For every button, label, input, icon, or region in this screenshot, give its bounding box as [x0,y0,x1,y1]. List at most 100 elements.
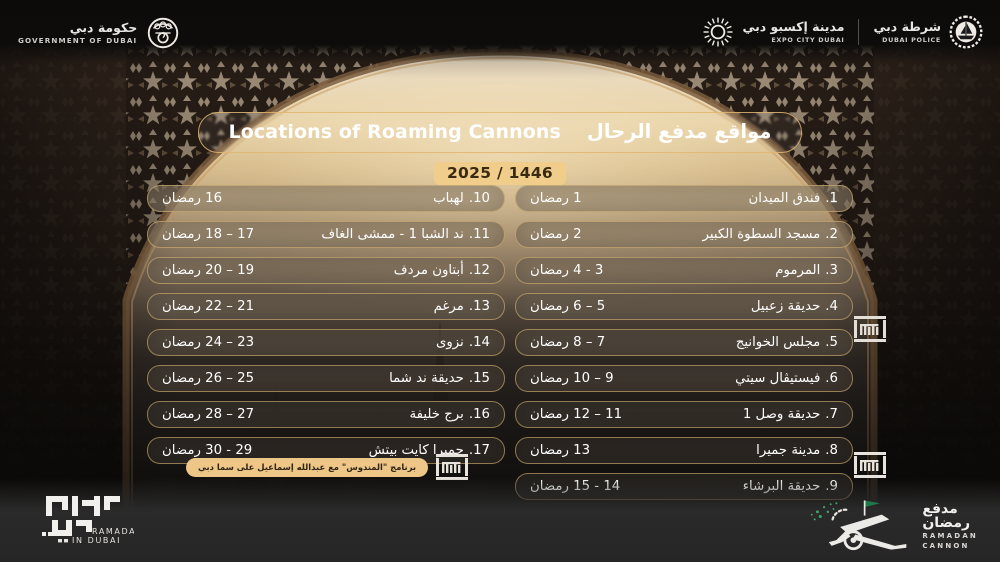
item-name: لهباب [433,191,464,206]
item-number: 4. [825,299,838,314]
cannon-arabic-line1: مدفع [922,501,958,517]
item-number: 1. [825,191,838,206]
item-name: مسجد السطوة الكبير [702,227,821,242]
header-right-logos: مدينة إكسبو دبي EXPO CITY DUBAI شرطة دبي… [701,14,984,50]
police-dhow-wreath-icon [949,15,983,49]
item-name: حديقة وصل 1 [742,407,821,422]
al-mandous-logo-upper [852,314,888,344]
al-mandous-icon [436,454,469,480]
item-number: 11. [468,227,490,242]
item-name: أبتاون مردف [393,263,464,278]
item-number: 10. [468,191,490,206]
item-number: 13. [468,299,490,314]
header-left-logos: حكومة دبي GOVERNMENT OF DUBAI [18,14,182,52]
item-number: 15. [468,371,490,386]
item-name: المرموم [775,263,821,278]
item-number: 7. [825,407,838,422]
al-mandous-logo-lower [852,450,888,480]
al-mandous-icon [854,316,886,342]
title-english: Locations of Roaming Cannons [228,120,561,143]
item-number: 17. [468,443,490,458]
title-pill: Locations of Roaming Cannons مواقع مدفع … [197,112,803,153]
ramadan-in-dubai-en-line1: RAMADAN [92,527,134,536]
item-date: 3 - 4 رمضان [530,263,604,278]
item-date: 11 – 12 رمضان [530,407,623,422]
item-number: 3. [825,263,838,278]
programme-text: برنامج "المندوس" مع عبدالله إسماعيل على … [186,457,429,477]
list-item[interactable]: 3. المرموم 3 - 4 رمضان [515,257,853,284]
item-number: 2. [825,227,838,242]
programme-credit: برنامج "المندوس" مع عبدالله إسماعيل على … [186,453,469,481]
gov-dubai-english: GOVERNMENT OF DUBAI [18,36,138,46]
item-name: مدينة جميرا [756,443,821,458]
list-item[interactable]: 7. حديقة وصل 1 11 – 12 رمضان [515,401,853,428]
ramadan-in-dubai-en-line2: IN DUBAI [72,536,121,545]
item-date: 1 رمضان [530,191,582,206]
item-date: 17 – 18 رمضان [162,227,255,242]
item-number: 8. [825,443,838,458]
item-name: مرغم [433,299,464,314]
locations-column-right: 1. فندق الميدان 1 رمضان 2. مسجد السطوة الك… [515,185,853,500]
year-badge: 2025 / 1446 [433,162,567,185]
list-item[interactable]: 10. لهباب 16 رمضان [147,185,505,212]
list-item[interactable]: 11. ند الشبا 1 - ممشى الغاف 17 – 18 رمضان [147,221,505,248]
list-item[interactable]: 13. مرغم 21 – 22 رمضان [147,293,505,320]
list-item[interactable]: 4. حديقة زعبيل 5 – 6 رمضان [515,293,853,320]
dubai-police-logo: شرطة دبي DUBAI POLICE [873,14,984,50]
list-item[interactable]: 16. برج خليفة 27 – 28 رمضان [147,401,505,428]
item-date: 2 رمضان [530,227,582,242]
list-item[interactable]: 14. نزوى 23 – 24 رمضان [147,329,505,356]
item-date: 21 – 22 رمضان [162,299,255,314]
item-date: 9 – 10 رمضان [530,371,614,386]
expo-city-dubai-logo: مدينة إكسبو دبي EXPO CITY DUBAI [701,15,844,49]
list-item[interactable]: 15. حديقة ند شما 25 – 26 رمضان [147,365,505,392]
cannon-english-line2: CANNON [922,542,970,550]
header-logo-divider [858,19,860,45]
list-item[interactable]: 8. مدينة جميرا 13 رمضان [515,437,853,464]
item-date: 27 – 28 رمضان [162,407,255,422]
item-number: 12. [468,263,490,278]
list-item[interactable]: 6. فيستيڤال سيتي 9 – 10 رمضان [515,365,853,392]
item-name: نزوى [435,335,464,350]
title-arabic: مواقع مدفع الرحال [586,120,772,143]
item-number: 5. [825,335,838,350]
al-mandous-icon [854,452,886,478]
item-name: فندق الميدان [748,191,821,206]
expo-city-english: EXPO CITY DUBAI [771,35,845,44]
list-item[interactable]: 1. فندق الميدان 1 رمضان [515,185,853,212]
ramadan-in-dubai-logo: RAMADAN IN DUBAI [30,490,142,550]
title-block: Locations of Roaming Cannons مواقع مدفع … [0,112,1000,185]
item-date: 23 – 24 رمضان [162,335,255,350]
cannon-icon [811,500,907,551]
poster-canvas: حكومة دبي GOVERNMENT OF DUBAI مدينة إكسب… [0,0,1000,562]
item-number: 6. [825,371,838,386]
item-name: برج خليفة [409,407,464,422]
ramadan-cannon-logo: مدفع رمضان RAMADAN CANNON [808,498,978,554]
item-date: 5 – 6 رمضان [530,299,606,314]
dubai-police-arabic: شرطة دبي [873,19,941,35]
list-item[interactable]: 2. مسجد السطوة الكبير 2 رمضان [515,221,853,248]
item-name: حديقة زعبيل [750,299,821,314]
item-date: 13 رمضان [530,443,591,458]
item-number: 14. [468,335,490,350]
expo-city-arabic: مدينة إكسبو دبي [742,19,845,35]
item-name: ند الشبا 1 - ممشى الغاف [321,227,464,242]
dubai-police-english: DUBAI POLICE [882,35,941,44]
cannon-arabic-line2: رمضان [922,515,971,531]
dubai-emblem-icon [148,17,179,49]
locations-lists: 10. لهباب 16 رمضان 11. ند الشبا 1 - ممشى ا… [0,185,1000,500]
gov-dubai-arabic: حكومة دبي [69,19,138,35]
item-date: 19 – 20 رمضان [162,263,255,278]
item-number: 16. [468,407,490,422]
government-of-dubai-logo: حكومة دبي GOVERNMENT OF DUBAI [18,14,182,52]
list-item[interactable]: 12. أبتاون مردف 19 – 20 رمضان [147,257,505,284]
item-name: مجلس الخوانيج [735,335,821,350]
item-date: 7 – 8 رمضان [530,335,606,350]
ramadan-in-dubai-icon: RAMADAN IN DUBAI [42,496,142,545]
item-date: 25 – 26 رمضان [162,371,255,386]
list-item[interactable]: 5. مجلس الخوانيج 7 – 8 رمضان [515,329,853,356]
item-name: فيستيڤال سيتي [735,371,821,386]
item-name: حديقة ند شما [389,371,464,386]
cannon-english-line1: RAMADAN [922,532,978,540]
item-date: 16 رمضان [162,191,223,206]
